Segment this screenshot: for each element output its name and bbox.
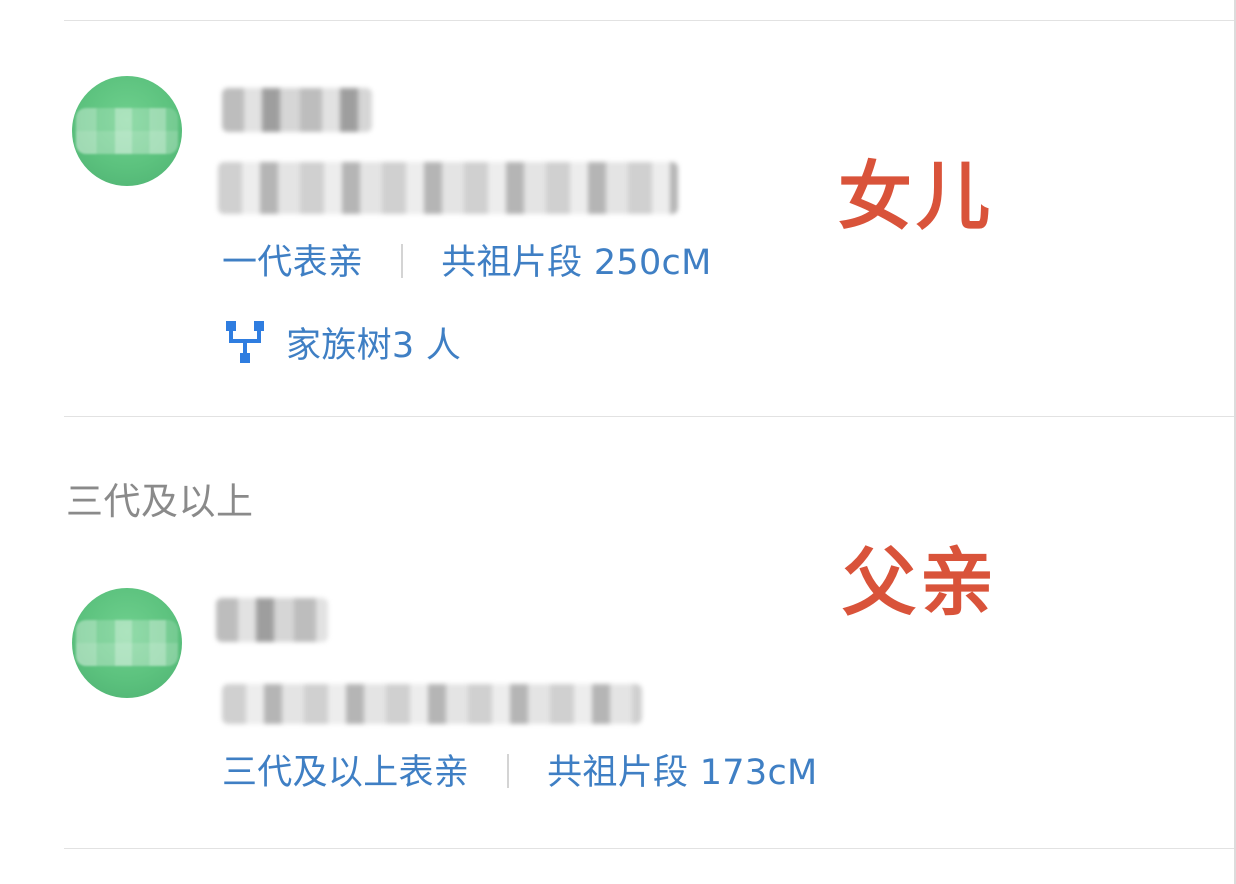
name-redacted xyxy=(222,88,372,132)
divider-top xyxy=(64,20,1234,21)
family-tree-link[interactable]: 家族树3 人 xyxy=(224,318,461,366)
section-header-third-gen: 三代及以上 xyxy=(66,480,254,523)
avatar[interactable] xyxy=(72,76,182,186)
annotation-daughter: 女儿 xyxy=(838,154,994,240)
family-tree-icon xyxy=(226,321,264,363)
family-tree-label: 家族树3 人 xyxy=(286,325,462,366)
detail-redacted xyxy=(222,684,642,724)
annotation-father: 父亲 xyxy=(842,540,998,626)
divider-middle xyxy=(64,416,1234,417)
relationship-label[interactable]: 一代表亲 xyxy=(222,243,363,283)
name-redacted xyxy=(216,598,328,642)
separator xyxy=(507,754,510,788)
shared-segments-label[interactable]: 共祖片段 250cM xyxy=(441,243,711,283)
divider-bottom xyxy=(64,848,1234,849)
avatar[interactable] xyxy=(72,588,182,698)
detail-redacted xyxy=(218,162,678,214)
match-meta-row: 一代表亲 共祖片段 250cM xyxy=(222,240,712,286)
relationship-label[interactable]: 三代及以上表亲 xyxy=(222,753,469,793)
match-meta-row: 三代及以上表亲 共祖片段 173cM xyxy=(222,750,817,796)
shared-segments-label[interactable]: 共祖片段 173cM xyxy=(547,753,817,793)
separator xyxy=(401,244,404,278)
